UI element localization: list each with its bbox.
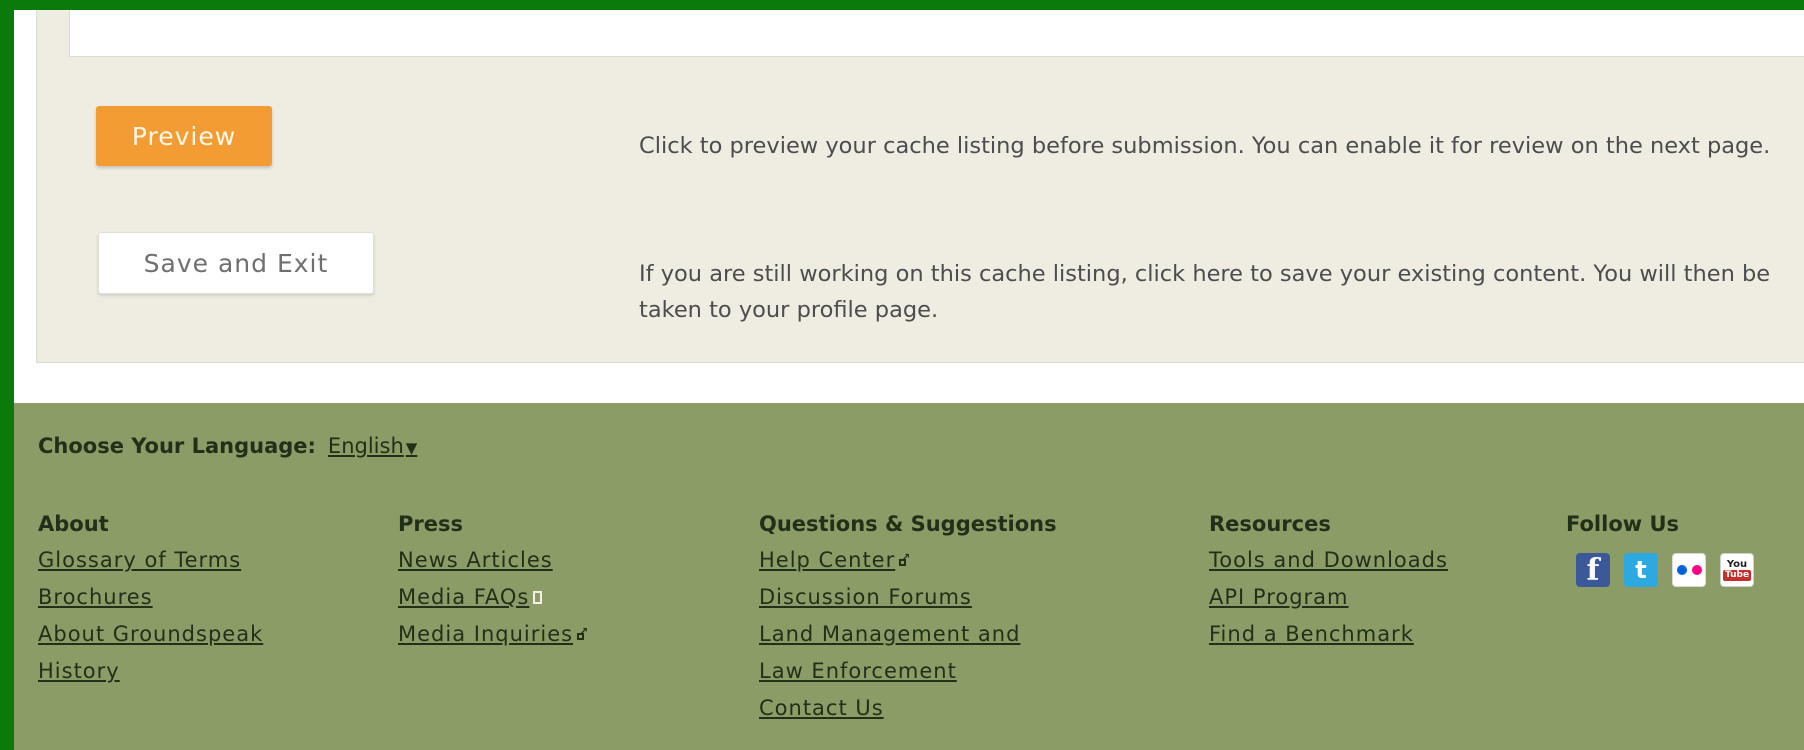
language-selector: Choose Your Language: English ▼ xyxy=(38,434,417,458)
footer-link-help-center[interactable]: Help Center ↗ xyxy=(759,542,1057,579)
footer-link-label: Help Center xyxy=(759,548,896,572)
footer-link[interactable]: Land Management and xyxy=(759,616,1057,653)
footer-column-resources: Resources Tools and Downloads API Progra… xyxy=(1209,506,1448,653)
youtube-you-text: You xyxy=(1726,559,1748,570)
footer-link-media-faqs[interactable]: Media FAQs xyxy=(398,579,588,616)
language-label: Choose Your Language: xyxy=(38,434,316,458)
footer-column-questions: Questions & Suggestions Help Center ↗ Di… xyxy=(759,506,1057,727)
footer-link[interactable]: Glossary of Terms xyxy=(38,542,263,579)
footer-link[interactable]: History xyxy=(38,653,263,690)
footer-link[interactable]: API Program xyxy=(1209,579,1448,616)
save-description: If you are still working on this cache l… xyxy=(639,261,1771,323)
footer-link-media-inquiries[interactable]: Media Inquiries ↗ xyxy=(398,616,588,653)
footer-link-label: Media FAQs xyxy=(398,585,530,609)
footer-link[interactable]: News Articles xyxy=(398,542,588,579)
footer-link[interactable]: Brochures xyxy=(38,579,263,616)
save-and-exit-button[interactable]: Save and Exit xyxy=(98,232,374,294)
footer-link[interactable]: Contact Us xyxy=(759,690,1057,727)
document-icon xyxy=(533,591,543,604)
footer-column-press: Press News Articles Media FAQs Media Inq… xyxy=(398,506,588,653)
facebook-icon[interactable]: f xyxy=(1576,553,1610,588)
external-link-icon: ↗ xyxy=(577,625,590,640)
language-dropdown[interactable]: English ▼ xyxy=(328,434,417,458)
external-link-icon: ↗ xyxy=(899,551,912,566)
flickr-icon[interactable] xyxy=(1672,553,1706,587)
column-heading: Resources xyxy=(1209,512,1331,536)
youtube-tube-text: Tube xyxy=(1722,570,1752,581)
footer-link-label: Media Inquiries xyxy=(398,622,574,646)
footer-column-follow-us: Follow Us xyxy=(1566,506,1679,542)
footer-link[interactable]: Tools and Downloads xyxy=(1209,542,1448,579)
form-content-box-bottom xyxy=(69,10,1804,57)
column-heading: Press xyxy=(398,512,463,536)
preview-description: Click to preview your cache listing befo… xyxy=(639,133,1771,159)
footer-link[interactable]: Find a Benchmark xyxy=(1209,616,1448,653)
footer-column-about: About Glossary of Terms Brochures About … xyxy=(38,506,263,690)
column-heading: Questions & Suggestions xyxy=(759,512,1057,536)
page-frame: Preview Click to preview your cache list… xyxy=(14,10,1804,750)
submission-actions-panel: Preview Click to preview your cache list… xyxy=(36,10,1804,363)
youtube-icon[interactable]: You Tube xyxy=(1720,553,1754,587)
footer-link[interactable]: About Groundspeak xyxy=(38,616,263,653)
column-heading: Follow Us xyxy=(1566,512,1680,536)
twitter-icon[interactable]: t xyxy=(1624,553,1658,587)
footer-link[interactable]: Discussion Forums xyxy=(759,579,1057,616)
preview-button[interactable]: Preview xyxy=(96,106,272,166)
language-value: English xyxy=(327,434,404,458)
social-icons: f t You Tube xyxy=(1576,553,1754,588)
site-footer: Choose Your Language: English ▼ About Glo… xyxy=(14,403,1804,750)
dropdown-arrow-icon: ▼ xyxy=(405,439,418,457)
footer-link[interactable]: Law Enforcement xyxy=(759,653,1057,690)
column-heading: About xyxy=(38,512,109,536)
